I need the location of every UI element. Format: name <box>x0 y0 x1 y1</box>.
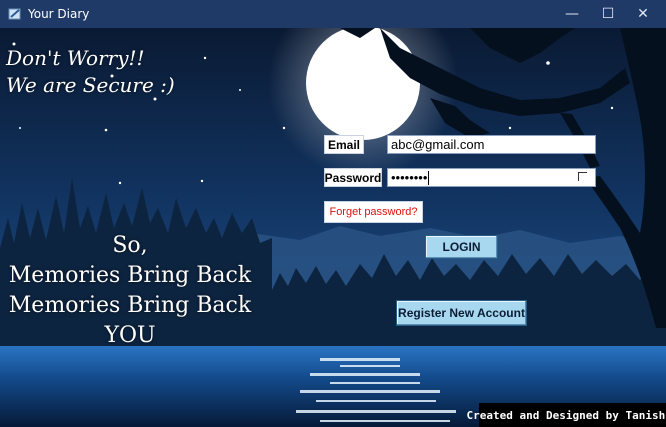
diary-app-icon <box>8 8 21 20</box>
memories-quote: So, Memories Bring Back Memories Bring B… <box>0 231 260 351</box>
show-password-checkbox[interactable] <box>578 172 587 181</box>
tagline-line-2: We are Secure :) <box>6 73 175 97</box>
moon <box>306 28 420 140</box>
close-button[interactable]: ✕ <box>620 0 666 28</box>
diary-login-window: Your Diary — ☐ ✕ Don't Worry!! We are Se… <box>0 0 666 427</box>
quote-line-2: Memories Bring Back <box>8 263 252 288</box>
register-new-account-button[interactable]: Register New Account <box>396 300 527 326</box>
forgot-password-button[interactable]: Forget password? <box>324 201 423 223</box>
password-masked-text: •••••••• <box>391 170 428 185</box>
designer-credit: Created and Designed by Tanishka <box>467 403 666 427</box>
quote-line-3: Memories Bring Back <box>8 293 252 318</box>
email-label: Email <box>324 135 364 154</box>
night-scene-background: Don't Worry!! We are Secure :) So, Memor… <box>0 28 666 427</box>
email-input[interactable]: abc@gmail.com <box>387 135 596 154</box>
tagline-line-1: Don't Worry!! <box>6 46 145 70</box>
password-label: Password <box>324 168 382 187</box>
quote-line-1: So, <box>112 233 148 258</box>
password-input[interactable]: •••••••• <box>387 168 596 187</box>
quote-line-4: YOU <box>104 323 156 348</box>
window-title: Your Diary <box>28 7 90 21</box>
login-button[interactable]: LOGIN <box>425 235 498 259</box>
text-cursor <box>428 170 430 185</box>
title-bar: Your Diary — ☐ ✕ <box>0 0 666 28</box>
